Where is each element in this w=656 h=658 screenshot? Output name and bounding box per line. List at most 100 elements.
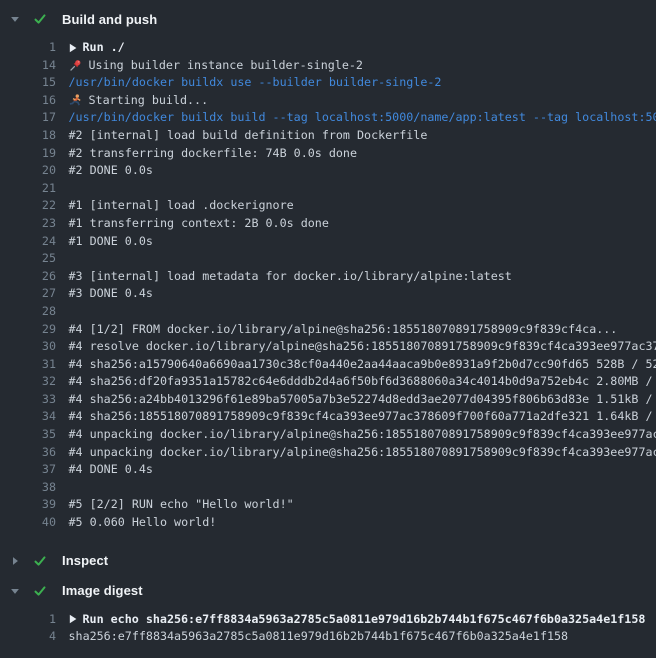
- line-number[interactable]: 1: [0, 39, 56, 57]
- line-text-content: #2 transferring dockerfile: 74B 0.0s don…: [69, 145, 358, 163]
- chevron-down-icon: [10, 586, 20, 596]
- line-text: [56, 479, 656, 497]
- line-text: #1 DONE 0.0s: [56, 233, 656, 251]
- line-text: #3 [internal] load metadata for docker.i…: [56, 268, 656, 286]
- line-number[interactable]: 19: [0, 145, 56, 163]
- line-text: #4 sha256:a24bb4013296f61e89ba57005a7b3e…: [56, 391, 656, 409]
- step-header[interactable]: Inspect: [0, 550, 656, 572]
- line-text-content: #2 [internal] load build definition from…: [69, 127, 428, 145]
- expand-run-icon[interactable]: [69, 614, 77, 624]
- line-text: #4 sha256:df20fa9351a15782c64e6dddb2d4a6…: [56, 373, 656, 391]
- log-line: 40 #5 0.060 Hello world!: [0, 514, 656, 532]
- line-text: #4 DONE 0.4s: [56, 461, 656, 479]
- line-number[interactable]: 14: [0, 57, 56, 75]
- line-text: #4 unpacking docker.io/library/alpine@sh…: [56, 426, 656, 444]
- pushpin-icon: [69, 59, 82, 72]
- line-number[interactable]: 40: [0, 514, 56, 532]
- line-number[interactable]: 37: [0, 461, 56, 479]
- line-text: #5 0.060 Hello world!: [56, 514, 656, 532]
- step-log-lines: 1 Run echo sha256:e7ff8834a5963a2785c5a0…: [0, 602, 656, 656]
- chevron-icon[interactable]: [10, 586, 24, 596]
- line-text-content: Run ./: [83, 39, 125, 57]
- line-text-content: Using builder instance builder-single-2: [89, 57, 363, 75]
- log-line: 14 Using builder instance builder-single…: [0, 57, 656, 75]
- line-text: Run ./: [56, 39, 656, 57]
- log-line: 36 #4 unpacking docker.io/library/alpine…: [0, 444, 656, 462]
- line-number[interactable]: 34: [0, 408, 56, 426]
- step-title: Build and push: [62, 12, 157, 27]
- log-line: 24 #1 DONE 0.0s: [0, 233, 656, 251]
- line-text-content: #4 DONE 0.4s: [69, 461, 153, 479]
- line-text-content: #1 transferring context: 2B 0.0s done: [69, 215, 329, 233]
- line-text: #2 DONE 0.0s: [56, 162, 656, 180]
- line-text-content: #4 sha256:df20fa9351a15782c64e6dddb2d4a6…: [69, 373, 656, 391]
- line-number[interactable]: 28: [0, 303, 56, 321]
- line-text: sha256:e7ff8834a5963a2785c5a0811e979d16b…: [56, 628, 656, 646]
- log-line: 15 /usr/bin/docker buildx use --builder …: [0, 74, 656, 92]
- chevron-icon[interactable]: [10, 556, 24, 566]
- line-number[interactable]: 29: [0, 321, 56, 339]
- line-number[interactable]: 23: [0, 215, 56, 233]
- log-line: 35 #4 unpacking docker.io/library/alpine…: [0, 426, 656, 444]
- line-text: #2 transferring dockerfile: 74B 0.0s don…: [56, 145, 656, 163]
- line-number[interactable]: 16: [0, 92, 56, 110]
- line-text: #1 transferring context: 2B 0.0s done: [56, 215, 656, 233]
- line-number[interactable]: 35: [0, 426, 56, 444]
- log-line: 34 #4 sha256:185518070891758909c9f839cf4…: [0, 408, 656, 426]
- line-text-content: #4 resolve docker.io/library/alpine@sha2…: [69, 338, 656, 356]
- line-text: #4 resolve docker.io/library/alpine@sha2…: [56, 338, 656, 356]
- line-number[interactable]: 27: [0, 285, 56, 303]
- line-number[interactable]: 25: [0, 250, 56, 268]
- line-text: #4 unpacking docker.io/library/alpine@sh…: [56, 444, 656, 462]
- log-line: 20 #2 DONE 0.0s: [0, 162, 656, 180]
- line-text-content: #4 unpacking docker.io/library/alpine@sh…: [69, 426, 656, 444]
- log-line: 32 #4 sha256:df20fa9351a15782c64e6dddb2d…: [0, 373, 656, 391]
- line-text-content: /usr/bin/docker buildx build --tag local…: [69, 109, 656, 127]
- log-line: 4 sha256:e7ff8834a5963a2785c5a0811e979d1…: [0, 628, 656, 646]
- line-number[interactable]: 21: [0, 180, 56, 198]
- line-number[interactable]: 33: [0, 391, 56, 409]
- line-number[interactable]: 4: [0, 628, 56, 646]
- line-number[interactable]: 15: [0, 74, 56, 92]
- line-number[interactable]: 32: [0, 373, 56, 391]
- line-number[interactable]: 39: [0, 496, 56, 514]
- log-line: 25: [0, 250, 656, 268]
- log-step-group: Inspect: [0, 550, 656, 572]
- line-text-content: #4 sha256:a15790640a6690aa1730c38cf0a440…: [69, 356, 656, 374]
- line-text: #2 [internal] load build definition from…: [56, 127, 656, 145]
- expand-run-icon[interactable]: [69, 43, 77, 53]
- log-line: 16 Starting build...: [0, 92, 656, 110]
- line-number[interactable]: 26: [0, 268, 56, 286]
- chevron-icon[interactable]: [10, 14, 24, 24]
- line-number[interactable]: 22: [0, 197, 56, 215]
- step-header[interactable]: Build and push: [0, 8, 656, 30]
- line-number[interactable]: 17: [0, 109, 56, 127]
- line-text-content: /usr/bin/docker buildx use --builder bui…: [69, 74, 442, 92]
- line-text: [56, 303, 656, 321]
- line-text: #3 DONE 0.4s: [56, 285, 656, 303]
- check-icon: [33, 12, 47, 26]
- line-number[interactable]: 18: [0, 127, 56, 145]
- line-text-content: #4 sha256:185518070891758909c9f839cf4ca3…: [69, 408, 656, 426]
- line-text-content: #4 sha256:a24bb4013296f61e89ba57005a7b3e…: [69, 391, 656, 409]
- line-number[interactable]: 1: [0, 611, 56, 629]
- line-text-content: #3 DONE 0.4s: [69, 285, 153, 303]
- log-line: 22 #1 [internal] load .dockerignore: [0, 197, 656, 215]
- runner-icon: [69, 94, 82, 107]
- log-line: 27 #3 DONE 0.4s: [0, 285, 656, 303]
- line-number[interactable]: 31: [0, 356, 56, 374]
- line-text-content: #3 [internal] load metadata for docker.i…: [69, 268, 512, 286]
- line-text-content: #5 [2/2] RUN echo "Hello world!": [69, 496, 294, 514]
- line-text: Using builder instance builder-single-2: [56, 57, 656, 75]
- line-number[interactable]: 38: [0, 479, 56, 497]
- line-number[interactable]: 36: [0, 444, 56, 462]
- log-line: 1 Run ./: [0, 39, 656, 57]
- line-number[interactable]: 24: [0, 233, 56, 251]
- line-text: #1 [internal] load .dockerignore: [56, 197, 656, 215]
- step-header[interactable]: Image digest: [0, 580, 656, 602]
- line-number[interactable]: 20: [0, 162, 56, 180]
- log-line: 29 #4 [1/2] FROM docker.io/library/alpin…: [0, 321, 656, 339]
- line-text-content: Run echo sha256:e7ff8834a5963a2785c5a081…: [83, 611, 646, 629]
- line-number[interactable]: 30: [0, 338, 56, 356]
- log-line: 38: [0, 479, 656, 497]
